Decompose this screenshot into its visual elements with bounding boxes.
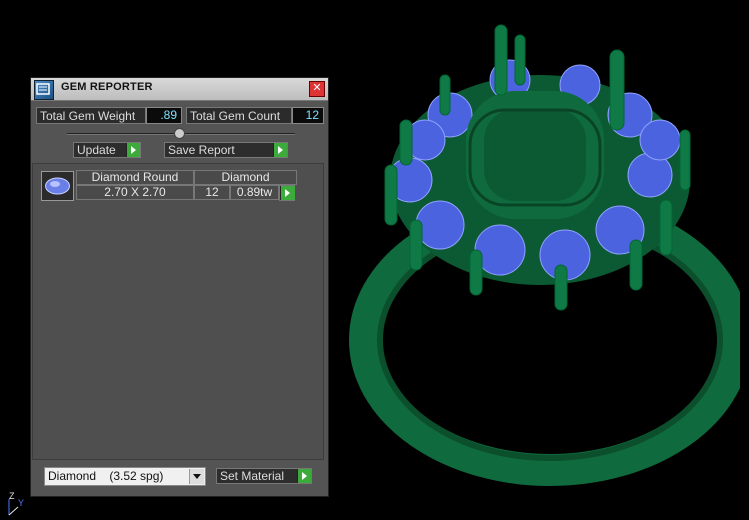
update-button[interactable]: Update	[73, 142, 141, 158]
total-gem-weight-label: Total Gem Weight	[36, 107, 146, 124]
total-gem-count-label: Total Gem Count	[186, 107, 292, 124]
play-arrow-icon	[297, 469, 311, 483]
ring-model[interactable]	[330, 10, 740, 500]
play-arrow-icon	[280, 186, 295, 200]
set-material-button-label: Set Material	[220, 469, 285, 483]
gem-reporter-icon	[34, 80, 54, 100]
gem-shape-cell: Diamond Round	[76, 170, 194, 185]
update-button-label: Update	[77, 143, 116, 157]
axis-z-label: Z	[9, 491, 15, 501]
set-material-button[interactable]: Set Material	[216, 468, 312, 484]
gem-reporter-panel: GEM REPORTER ✕ Total Gem Weight .89 Tota…	[30, 77, 329, 497]
gem-size-cell: 2.70 X 2.70	[76, 185, 194, 200]
chevron-down-icon[interactable]	[189, 469, 204, 484]
gem-list[interactable]	[32, 163, 324, 460]
panel-title: GEM REPORTER	[61, 81, 153, 93]
gem-material-cell: Diamond	[194, 170, 297, 185]
material-select-value: Diamond (3.52 spg)	[48, 469, 164, 483]
title-bar[interactable]: GEM REPORTER ✕	[31, 78, 328, 101]
gem-thumbnail[interactable]	[41, 171, 74, 201]
axis-y-label: Y	[18, 498, 25, 508]
total-gem-count-value: 12	[292, 107, 324, 124]
gem-weight-cell: 0.89tw	[230, 185, 279, 200]
axis-indicator: Z Y	[6, 491, 28, 517]
material-select[interactable]: Diamond (3.52 spg)	[44, 467, 206, 486]
play-arrow-icon	[126, 143, 140, 157]
total-gem-weight-value: .89	[146, 107, 182, 124]
gem-row-go-button[interactable]	[279, 185, 295, 201]
splitter-handle[interactable]	[174, 128, 185, 139]
play-arrow-icon	[273, 143, 287, 157]
save-report-button-label: Save Report	[168, 143, 235, 157]
gem-count-cell: 12	[194, 185, 230, 200]
save-report-button[interactable]: Save Report	[164, 142, 288, 158]
close-icon[interactable]: ✕	[309, 81, 325, 97]
